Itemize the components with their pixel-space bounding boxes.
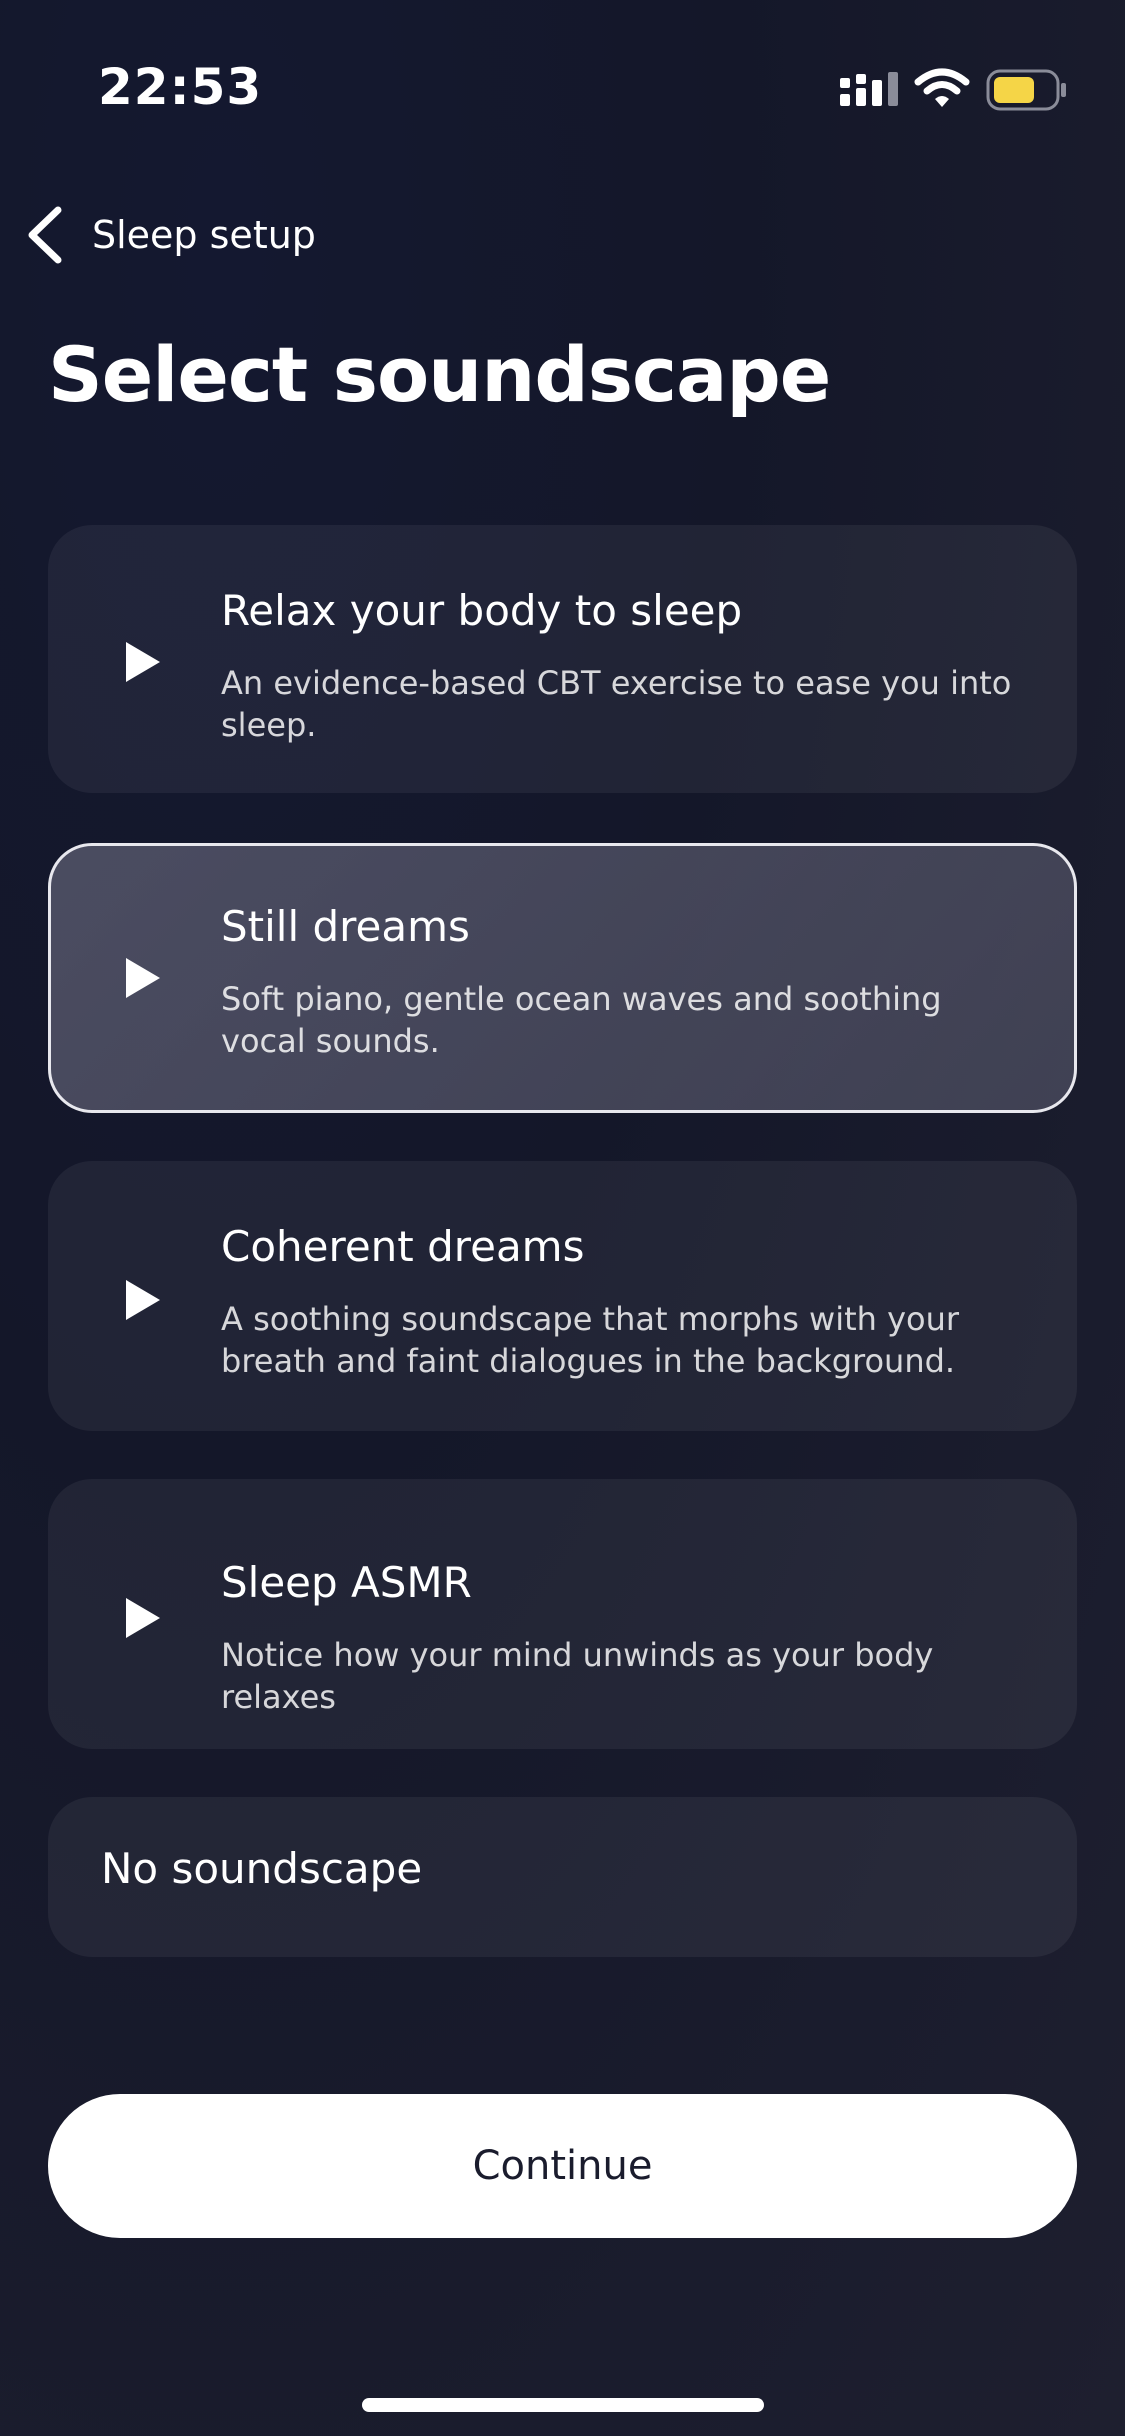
continue-button[interactable]: Continue	[48, 2094, 1077, 2238]
soundscape-option-sleep-asmr[interactable]: Sleep ASMR Notice how your mind unwinds …	[48, 1479, 1077, 1749]
status-bar: 22:53	[0, 0, 1125, 170]
soundscape-option-still-dreams[interactable]: Still dreams Soft piano, gentle ocean wa…	[48, 843, 1077, 1113]
back-button[interactable]: Sleep setup	[20, 200, 316, 270]
soundscape-option-coherent-dreams[interactable]: Coherent dreams A soothing soundscape th…	[48, 1161, 1077, 1431]
home-indicator[interactable]	[362, 2398, 764, 2412]
page-title: Select soundscape	[48, 330, 831, 419]
play-icon[interactable]	[124, 1596, 162, 1640]
option-title: Relax your body to sleep	[221, 586, 743, 635]
play-icon[interactable]	[124, 956, 162, 1000]
option-description: Soft piano, gentle ocean waves and sooth…	[221, 980, 942, 1060]
status-time: 22:53	[98, 58, 263, 116]
option-title: Still dreams	[221, 902, 470, 951]
wifi-icon	[914, 68, 970, 107]
no-soundscape-label: No soundscape	[101, 1844, 423, 1893]
play-icon[interactable]	[124, 640, 162, 684]
back-label: Sleep setup	[92, 213, 316, 257]
option-description: An evidence-based CBT exercise to ease y…	[221, 664, 1012, 744]
option-description: A soothing soundscape that morphs with y…	[221, 1300, 960, 1380]
no-soundscape-option[interactable]: No soundscape	[48, 1797, 1077, 1957]
option-title: Sleep ASMR	[221, 1558, 472, 1607]
soundscape-option-relax-body[interactable]: Relax your body to sleep An evidence-bas…	[48, 525, 1077, 793]
battery-icon	[986, 69, 1066, 111]
cellular-signal-icon	[840, 72, 898, 106]
chevron-left-icon	[28, 206, 62, 264]
play-icon[interactable]	[124, 1278, 162, 1322]
option-description: Notice how your mind unwinds as your bod…	[221, 1636, 934, 1716]
option-title: Coherent dreams	[221, 1222, 585, 1271]
